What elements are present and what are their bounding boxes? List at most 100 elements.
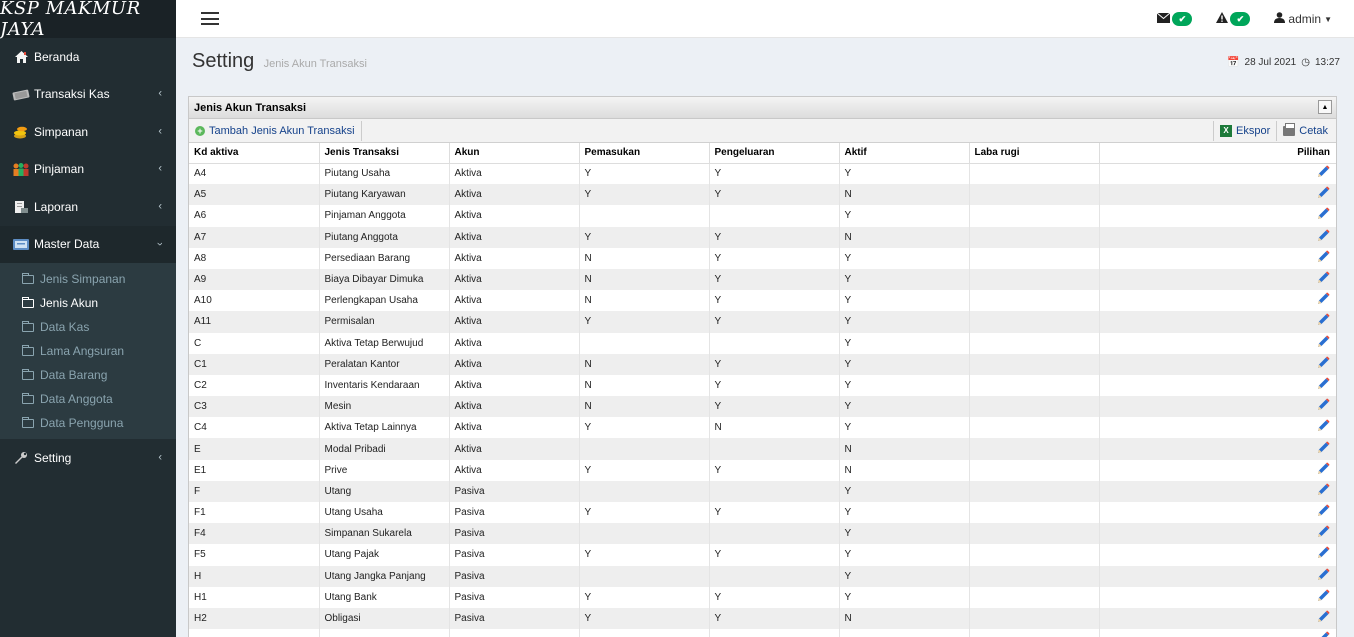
brand-logo[interactable]: KSP MAKMUR JAYA <box>0 0 176 40</box>
column-header-akun[interactable]: Akun <box>449 143 580 164</box>
table-row[interactable]: H Utang Jangka Panjang Pasiva Y <box>189 565 1336 587</box>
sidebar-item-setting[interactable]: Setting ‹ <box>0 439 176 477</box>
edit-pencil-icon[interactable] <box>1316 250 1330 264</box>
table-cell: H1 <box>189 586 320 608</box>
column-header-jenis-transaksi[interactable]: Jenis Transaksi <box>319 143 450 164</box>
table-row[interactable]: H1 Utang Bank Pasiva Y Y Y <box>189 586 1336 608</box>
table-cell: N <box>709 417 840 439</box>
table-row[interactable]: F5 Utang Pajak Pasiva Y Y Y <box>189 544 1336 566</box>
table-row[interactable] <box>189 629 1336 637</box>
edit-pencil-icon[interactable] <box>1316 186 1330 200</box>
chevron-down-icon: ‹ <box>154 242 167 247</box>
edit-pencil-icon[interactable] <box>1316 441 1330 455</box>
column-header-kd-aktiva[interactable]: Kd aktiva <box>189 143 320 164</box>
table-row[interactable]: C3 Mesin Aktiva N Y Y <box>189 396 1336 418</box>
table-cell: Pasiva <box>449 544 580 566</box>
chevron-left-icon: ‹ <box>158 87 162 100</box>
edit-pencil-icon[interactable] <box>1316 631 1330 637</box>
table-row[interactable]: A8 Persediaan Barang Aktiva N Y Y <box>189 247 1336 269</box>
table-row[interactable]: A9 Biaya Dibayar Dimuka Aktiva N Y Y <box>189 268 1336 291</box>
edit-pencil-icon[interactable] <box>1316 377 1330 391</box>
hamburger-menu-icon[interactable] <box>201 12 219 25</box>
table-row[interactable]: F1 Utang Usaha Pasiva Y Y Y <box>189 502 1336 524</box>
table-row[interactable]: A7 Piutang Anggota Aktiva Y Y N <box>189 226 1336 248</box>
sidebar-item-laporan[interactable]: Laporan ‹ <box>0 188 176 226</box>
table-row[interactable]: C2 Inventaris Kendaraan Aktiva N Y Y <box>189 374 1336 397</box>
table-cell <box>579 629 710 637</box>
table-cell: Y <box>839 163 970 185</box>
table-row[interactable]: F Utang Pasiva Y <box>189 480 1336 502</box>
edit-pencil-icon[interactable] <box>1316 419 1330 433</box>
table-row[interactable]: C Aktiva Tetap Berwujud Aktiva Y <box>189 332 1336 354</box>
edit-pencil-icon[interactable] <box>1316 462 1330 476</box>
sidebar-item-beranda[interactable]: Beranda <box>0 38 176 76</box>
folder-icon <box>22 296 34 308</box>
edit-pencil-icon[interactable] <box>1316 165 1330 179</box>
alerts-notification[interactable]: ✔ <box>1216 12 1251 26</box>
export-button[interactable]: X Ekspor <box>1213 121 1276 141</box>
sidebar-item-simpanan[interactable]: Simpanan ‹ <box>0 113 176 151</box>
column-header-pilihan[interactable]: Pilihan <box>1099 143 1336 164</box>
table-row[interactable]: C1 Peralatan Kantor Aktiva N Y Y <box>189 353 1336 375</box>
user-menu[interactable]: admin ▼ <box>1274 12 1332 26</box>
column-header-pemasukan[interactable]: Pemasukan <box>579 143 710 164</box>
actions-cell <box>1099 184 1336 206</box>
table-cell: Y <box>709 607 840 630</box>
table-row[interactable]: A10 Perlengkapan Usaha Aktiva N Y Y <box>189 290 1336 312</box>
table-row[interactable]: A6 Pinjaman Anggota Aktiva Y <box>189 205 1336 227</box>
submenu-item-jenis-akun[interactable]: Jenis Akun <box>0 291 176 315</box>
submenu-item-lama-angsuran[interactable]: Lama Angsuran <box>0 339 176 363</box>
edit-pencil-icon[interactable] <box>1316 292 1330 306</box>
table-row[interactable]: F4 Simpanan Sukarela Pasiva Y <box>189 523 1336 545</box>
edit-pencil-icon[interactable] <box>1316 356 1330 370</box>
edit-pencil-icon[interactable] <box>1316 207 1330 221</box>
edit-pencil-icon[interactable] <box>1316 271 1330 285</box>
sidebar-item-pinjaman[interactable]: Pinjaman ‹ <box>0 151 176 189</box>
edit-pencil-icon[interactable] <box>1316 335 1330 349</box>
table-row[interactable]: E1 Prive Aktiva Y Y N <box>189 459 1336 481</box>
table-cell: N <box>839 438 970 460</box>
edit-pencil-icon[interactable] <box>1316 568 1330 582</box>
table-row[interactable]: A5 Piutang Karyawan Aktiva Y Y N <box>189 184 1336 206</box>
messages-notification[interactable]: ✔ <box>1157 12 1193 26</box>
content-header: Setting Jenis Akun Transaksi <box>192 50 367 73</box>
print-button[interactable]: Cetak <box>1276 121 1334 141</box>
table-cell: Y <box>839 290 970 312</box>
submenu-item-data-barang[interactable]: Data Barang <box>0 363 176 387</box>
collapse-button[interactable]: ▲ <box>1318 100 1332 114</box>
sidebar-item-transaksi-kas[interactable]: Transaksi Kas ‹ <box>0 76 176 114</box>
actions-cell <box>1099 544 1336 565</box>
sidebar-item-master-data[interactable]: Master Data ‹ <box>0 225 176 263</box>
table-row[interactable]: A4 Piutang Usaha Aktiva Y Y Y <box>189 163 1336 185</box>
table-row[interactable]: H2 Obligasi Pasiva Y Y N <box>189 607 1336 630</box>
submenu-item-data-pengguna[interactable]: Data Pengguna <box>0 411 176 435</box>
edit-pencil-icon[interactable] <box>1316 398 1330 412</box>
sidebar-menu: Beranda Transaksi Kas ‹ Simpanan ‹ Pinja… <box>0 38 176 263</box>
chevron-left-icon: ‹ <box>158 200 162 213</box>
export-label: Ekspor <box>1236 125 1271 137</box>
edit-pencil-icon[interactable] <box>1316 610 1330 624</box>
column-header-pengeluaran[interactable]: Pengeluaran <box>709 143 840 164</box>
edit-pencil-icon[interactable] <box>1316 229 1330 243</box>
submenu-item-data-kas[interactable]: Data Kas <box>0 315 176 339</box>
table-cell: Y <box>839 353 970 375</box>
panel-title: Jenis Akun Transaksi <box>194 101 307 114</box>
add-account-button[interactable]: + Tambah Jenis Akun Transaksi <box>189 120 362 141</box>
table-cell <box>709 523 840 545</box>
edit-pencil-icon[interactable] <box>1316 525 1330 539</box>
column-header-laba-rugi[interactable]: Laba rugi <box>969 143 1100 164</box>
submenu-item-jenis-simpanan[interactable]: Jenis Simpanan <box>0 267 176 291</box>
table-cell: Pasiva <box>449 502 580 524</box>
edit-pencil-icon[interactable] <box>1316 483 1330 497</box>
edit-pencil-icon[interactable] <box>1316 546 1330 560</box>
table-cell <box>709 629 840 637</box>
table-row[interactable]: E Modal Pribadi Aktiva N <box>189 438 1336 460</box>
edit-pencil-icon[interactable] <box>1316 313 1330 327</box>
edit-pencil-icon[interactable] <box>1316 589 1330 603</box>
sidebar-item-label: Transaksi Kas <box>34 87 110 102</box>
table-row[interactable]: C4 Aktiva Tetap Lainnya Aktiva Y N Y <box>189 417 1336 439</box>
column-header-aktif[interactable]: Aktif <box>839 143 970 164</box>
table-row[interactable]: A11 Permisalan Aktiva Y Y Y <box>189 311 1336 333</box>
edit-pencil-icon[interactable] <box>1316 504 1330 518</box>
submenu-item-data-anggota[interactable]: Data Anggota <box>0 387 176 411</box>
